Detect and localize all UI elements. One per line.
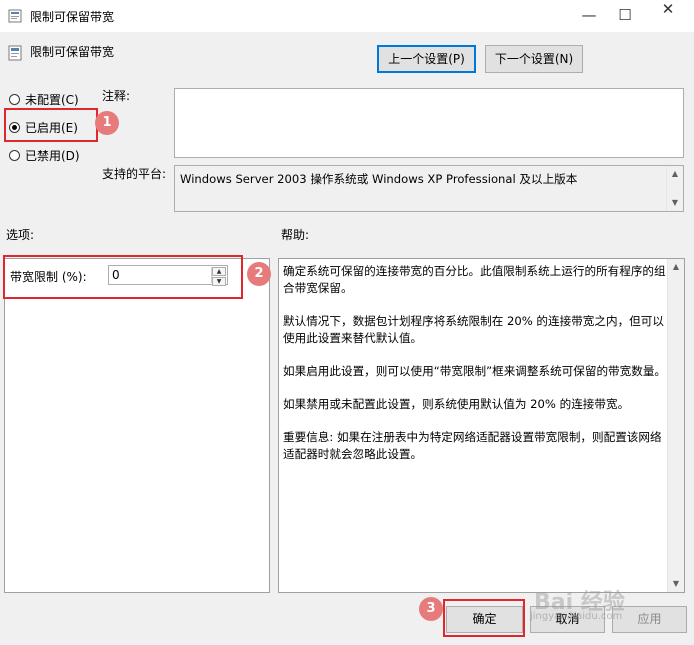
help-panel: 确定系统可保留的连接带宽的百分比。此值限制系统上运行的所有程序的组合带宽保留。 … xyxy=(278,258,685,593)
comment-textarea[interactable] xyxy=(174,88,684,158)
radio-not-configured[interactable]: 未配置(C) xyxy=(9,91,79,107)
scroll-up-icon[interactable]: ▲ xyxy=(671,262,681,272)
previous-setting-button[interactable]: 上一个设置(P) xyxy=(377,45,476,73)
setting-title: 限制可保留带宽 xyxy=(30,45,115,59)
radio-disabled[interactable]: 已禁用(D) xyxy=(9,147,80,163)
help-label: 帮助: xyxy=(281,228,310,242)
highlight-box-enabled xyxy=(4,108,98,142)
help-paragraph: 重要信息: 如果在注册表中为特定网络适配器设置带宽限制，则配置该网络适配器时就会… xyxy=(283,430,662,461)
scroll-down-icon[interactable]: ▼ xyxy=(671,579,681,589)
help-paragraph: 确定系统可保留的连接带宽的百分比。此值限制系统上运行的所有程序的组合带宽保留。 xyxy=(283,264,666,295)
step-badge-2: 2 xyxy=(247,262,271,286)
platform-scrollbar[interactable]: ▲ ▼ xyxy=(666,166,683,211)
radio-circle[interactable] xyxy=(9,93,20,105)
setting-icon xyxy=(8,45,22,61)
help-scrollbar[interactable]: ▲ ▼ xyxy=(667,259,684,592)
help-paragraph: 如果禁用或未配置此设置，则系统使用默认值为 20% 的连接带宽。 xyxy=(283,397,630,411)
options-label: 选项: xyxy=(6,228,35,242)
help-paragraph: 如果启用此设置，则可以使用“带宽限制”框来调整系统可保留的带宽数量。 xyxy=(283,364,667,378)
minimize-button[interactable]: — xyxy=(577,4,601,26)
highlight-box-ok xyxy=(443,599,525,637)
watermark-url: jingyan.baidu.com xyxy=(530,611,623,622)
highlight-box-bandwidth xyxy=(3,255,243,299)
comment-label: 注释: xyxy=(102,89,131,103)
radio-circle[interactable] xyxy=(9,149,20,161)
radio-label: 未配置(C) xyxy=(25,92,79,107)
window-title: 限制可保留带宽 xyxy=(30,10,115,24)
scroll-up-icon[interactable]: ▲ xyxy=(670,169,680,179)
scroll-down-icon[interactable]: ▼ xyxy=(670,198,680,208)
step-badge-1: 1 xyxy=(95,111,119,135)
close-button[interactable]: ✕ xyxy=(656,0,680,20)
platform-field: Windows Server 2003 操作系统或 Windows XP Pro… xyxy=(174,165,684,212)
help-text: 确定系统可保留的连接带宽的百分比。此值限制系统上运行的所有程序的组合带宽保留。 … xyxy=(283,263,668,479)
step-badge-3: 3 xyxy=(419,597,443,621)
options-panel xyxy=(4,258,270,593)
platform-label: 支持的平台: xyxy=(102,167,167,181)
platform-value: Windows Server 2003 操作系统或 Windows XP Pro… xyxy=(180,172,578,186)
maximize-button[interactable]: ☐ xyxy=(613,4,637,26)
next-setting-button[interactable]: 下一个设置(N) xyxy=(485,45,583,73)
policy-icon xyxy=(8,9,22,23)
help-paragraph: 默认情况下，数据包计划程序将系统限制在 20% 的连接带宽之内，但可以使用此设置… xyxy=(283,314,664,345)
radio-label: 已禁用(D) xyxy=(25,148,80,163)
